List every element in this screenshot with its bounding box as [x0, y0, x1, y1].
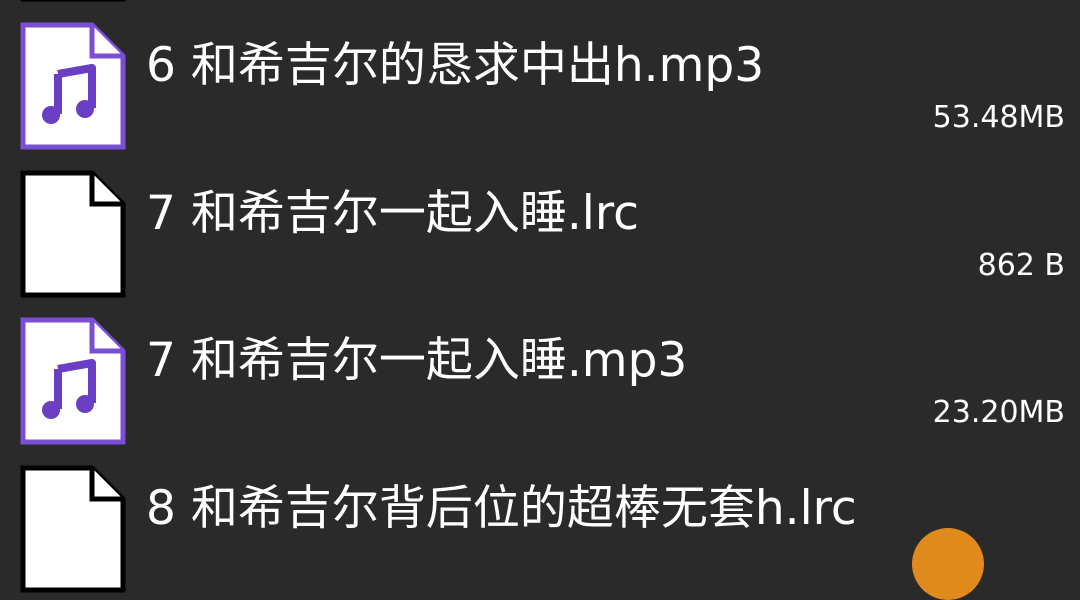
file-row[interactable]: 7 和希吉尔一起入睡.lrc 862 B [0, 148, 1080, 298]
music-file-icon [20, 22, 126, 150]
file-row[interactable]: 6 和希吉尔的恳求中出h.mp3 53.48MB [0, 0, 1080, 150]
document-file-icon [20, 465, 126, 593]
file-size: 53.48MB [932, 100, 1065, 135]
file-name: 8 和希吉尔背后位的超棒无套h.lrc [146, 481, 857, 536]
file-list: 5.77KB6 和希吉尔的恳求中出h.mp353.48MB7 和希吉尔一起入睡.… [0, 0, 1080, 593]
file-name: 7 和希吉尔一起入睡.lrc [146, 186, 639, 241]
document-file-icon [20, 170, 126, 298]
file-name: 6 和希吉尔的恳求中出h.mp3 [146, 38, 765, 93]
file-size: 23.20MB [932, 395, 1065, 430]
file-name: 7 和希吉尔一起入睡.mp3 [146, 333, 688, 388]
file-row[interactable]: 7 和希吉尔一起入睡.mp3 23.20MB [0, 295, 1080, 445]
file-size: 862 B [977, 248, 1065, 283]
floating-action-button[interactable] [912, 528, 984, 600]
music-file-icon [20, 317, 126, 445]
